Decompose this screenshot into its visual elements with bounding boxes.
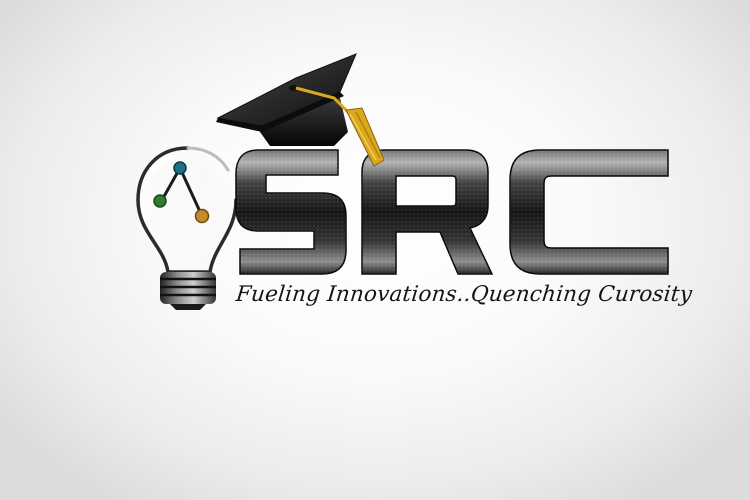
tagline: Fueling Innovations..Quenching Curosity	[234, 282, 694, 307]
graduation-cap-icon	[216, 53, 385, 167]
src-logo	[136, 53, 669, 310]
lightbulb-icon	[136, 146, 238, 310]
src-wordmark	[235, 149, 669, 275]
